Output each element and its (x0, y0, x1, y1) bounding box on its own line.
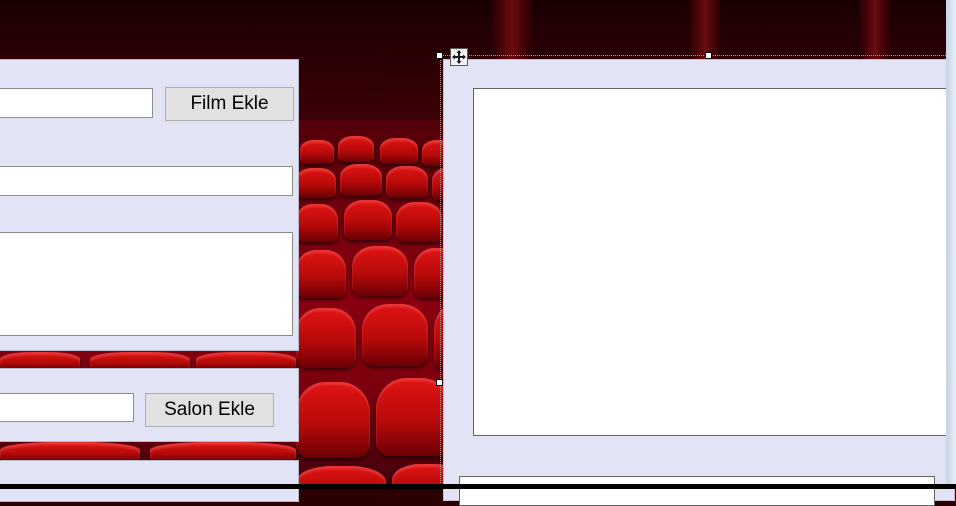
resize-handle-top-left[interactable] (436, 52, 443, 59)
lower-panel (0, 460, 299, 502)
selection-border-top (443, 55, 948, 56)
curtain-fold (690, 0, 720, 60)
window-right-edge (946, 0, 956, 489)
selection-border-left (440, 55, 441, 489)
film-detail-input[interactable] (0, 166, 293, 196)
add-film-button[interactable]: Film Ekle (165, 87, 294, 121)
salon-name-input[interactable] (0, 393, 134, 422)
seat-row-edge (150, 442, 296, 462)
add-salon-button[interactable]: Salon Ekle (145, 393, 274, 427)
curtain-fold (860, 0, 890, 60)
salon-panel: Salon Ekle (0, 368, 299, 442)
film-name-input[interactable] (0, 88, 153, 118)
list-panel (443, 59, 955, 506)
film-panel: Film Ekle (0, 59, 299, 351)
seat-row-edge (0, 442, 140, 462)
resize-handle-top[interactable] (705, 52, 712, 59)
resize-handle-left[interactable] (436, 379, 443, 386)
window-bottom-edge (0, 484, 956, 489)
list-box[interactable] (473, 88, 953, 436)
film-description-textarea[interactable] (0, 232, 293, 336)
curtain-fold (492, 0, 532, 60)
move-arrows-icon[interactable] (450, 48, 468, 66)
lower-list-box[interactable] (459, 476, 935, 506)
theater-seats-image (296, 120, 456, 489)
